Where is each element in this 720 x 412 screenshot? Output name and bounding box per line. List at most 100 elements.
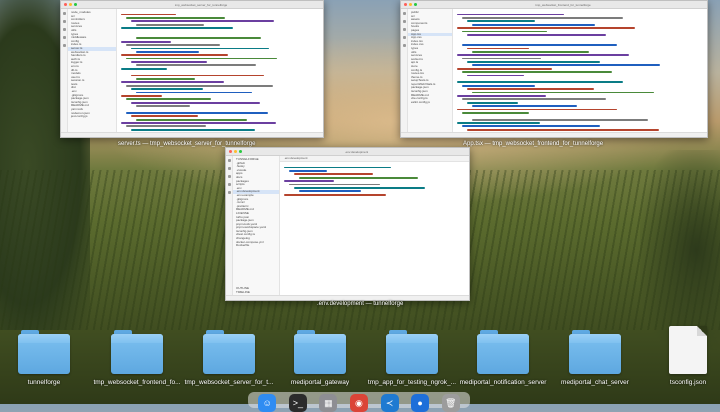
vscode-icon[interactable]: ≺: [380, 394, 399, 412]
code-line: [126, 98, 211, 101]
code-line: [462, 57, 541, 60]
window-titlebar[interactable]: tmp_websocket_server_for_tunnelforge: [61, 1, 323, 9]
debug-icon[interactable]: [227, 183, 231, 186]
desktop-item-label[interactable]: tmp_websocket_server_for_t...: [179, 379, 279, 386]
window-caption-frontend[interactable]: App.tsx — tmp_websocket_frontend_for_tun…: [463, 141, 603, 147]
search-icon[interactable]: [62, 20, 66, 23]
window-title: tmp_websocket_frontend_for_tunnelforge: [535, 2, 591, 7]
code-line: [462, 98, 606, 101]
desktop-item-label[interactable]: mediportal_chat_server: [545, 379, 645, 386]
code-line: [462, 125, 600, 128]
code-line: [284, 180, 335, 182]
code-editor[interactable]: [117, 9, 323, 137]
code-editor[interactable]: [453, 9, 707, 137]
folder-icon[interactable]: [203, 330, 255, 376]
window-titlebar[interactable]: tmp_websocket_frontend_for_tunnelforge: [401, 1, 707, 9]
minimize-window-icon[interactable]: [409, 3, 412, 6]
zoom-window-icon[interactable]: [239, 150, 242, 153]
close-window-icon[interactable]: [64, 3, 67, 6]
trash-icon[interactable]: 🗑: [441, 394, 460, 412]
code-line: [467, 88, 595, 90]
code-line: [462, 16, 624, 19]
code-line: [462, 71, 612, 74]
folder-icon[interactable]: [294, 330, 346, 376]
extensions-icon[interactable]: [402, 44, 406, 47]
code-line: [136, 37, 262, 40]
vscode-window-server[interactable]: tmp_websocket_server_for_tunnelforge nod…: [60, 0, 324, 138]
explorer-icon[interactable]: [402, 12, 406, 15]
file-explorer: TUNNELFORGE .github .husky .vscode apps docs p…: [233, 156, 280, 300]
code-line: [457, 13, 564, 16]
folder-icon[interactable]: [569, 330, 621, 376]
code-line: [136, 78, 195, 80]
search-icon[interactable]: [227, 167, 231, 170]
debug-icon[interactable]: [402, 36, 406, 39]
close-window-icon[interactable]: [404, 3, 407, 6]
extensions-icon[interactable]: [227, 191, 231, 194]
desktop-item-label[interactable]: tmp_websocket_frontend_fo...: [87, 379, 187, 386]
folder-icon[interactable]: [477, 330, 529, 376]
window-titlebar[interactable]: .env.development: [226, 148, 469, 156]
code-editor[interactable]: [280, 162, 469, 300]
code-line: [289, 183, 380, 186]
code-line: [121, 122, 276, 124]
code-line: [136, 64, 257, 67]
json-file-icon[interactable]: [669, 326, 707, 374]
desktop-item-label[interactable]: mediportal_notification_server: [453, 379, 553, 386]
explorer-item[interactable]: eslint.config.js: [408, 100, 452, 105]
status-bar: [226, 295, 469, 300]
folder-icon[interactable]: [18, 330, 70, 376]
activity-bar: [61, 9, 68, 137]
vscode-window-frontend[interactable]: tmp_websocket_frontend_for_tunnelforge p…: [400, 0, 708, 138]
code-line: [472, 105, 578, 107]
code-line: [121, 54, 229, 57]
explorer-item[interactable]: Dockerfile: [233, 244, 279, 248]
code-line: [467, 61, 601, 63]
launchpad-icon[interactable]: ▦: [319, 394, 338, 412]
source-control-icon[interactable]: [227, 175, 231, 178]
vscode-window-env[interactable]: .env.development TUNNELFORGE .github .husk…: [225, 147, 470, 301]
minimize-window-icon[interactable]: [69, 3, 72, 6]
desktop-item-label[interactable]: tsconfig.json: [638, 379, 720, 386]
code-line: [121, 40, 172, 43]
desktop-item-label[interactable]: tmp_app_for_testing_ngrok_...: [362, 379, 462, 386]
source-control-icon[interactable]: [402, 28, 406, 31]
zoom-window-icon[interactable]: [414, 3, 417, 6]
code-line: [457, 122, 541, 124]
code-line: [467, 47, 530, 50]
chrome-icon[interactable]: ◉: [349, 394, 368, 412]
folder-icon[interactable]: [111, 330, 163, 376]
code-line: [121, 94, 162, 97]
explorer-icon[interactable]: [62, 12, 66, 15]
terminal-icon[interactable]: >_: [288, 394, 307, 412]
desktop-item-label[interactable]: mediportal_gateway: [270, 379, 370, 386]
code-line: [284, 166, 391, 169]
desktop-item-label[interactable]: tunnelforge: [0, 379, 94, 386]
code-line: [121, 81, 224, 84]
source-control-icon[interactable]: [62, 28, 66, 31]
window-caption-env[interactable]: .env.development — tunnelforge: [317, 301, 403, 307]
code-line: [467, 101, 518, 104]
search-icon[interactable]: [402, 20, 406, 23]
code-line: [457, 108, 617, 111]
close-window-icon[interactable]: [229, 150, 232, 153]
finder-icon[interactable]: ☺: [258, 394, 277, 412]
explorer-icon[interactable]: [227, 159, 231, 162]
activity-bar: [401, 9, 408, 137]
browser-icon[interactable]: ●: [411, 394, 430, 412]
explorer-item[interactable]: jest.config.js: [68, 115, 116, 119]
code-line: [136, 23, 205, 26]
code-line: [131, 88, 203, 90]
code-line: [457, 27, 635, 29]
debug-icon[interactable]: [62, 36, 66, 39]
code-line: [131, 61, 208, 63]
code-line: [289, 169, 328, 172]
minimize-window-icon[interactable]: [234, 150, 237, 153]
code-line: [472, 50, 590, 53]
code-line: [467, 20, 536, 23]
zoom-window-icon[interactable]: [74, 3, 77, 6]
code-line: [126, 16, 225, 19]
extensions-icon[interactable]: [62, 44, 66, 47]
code-line: [121, 13, 177, 16]
folder-icon[interactable]: [386, 330, 438, 376]
